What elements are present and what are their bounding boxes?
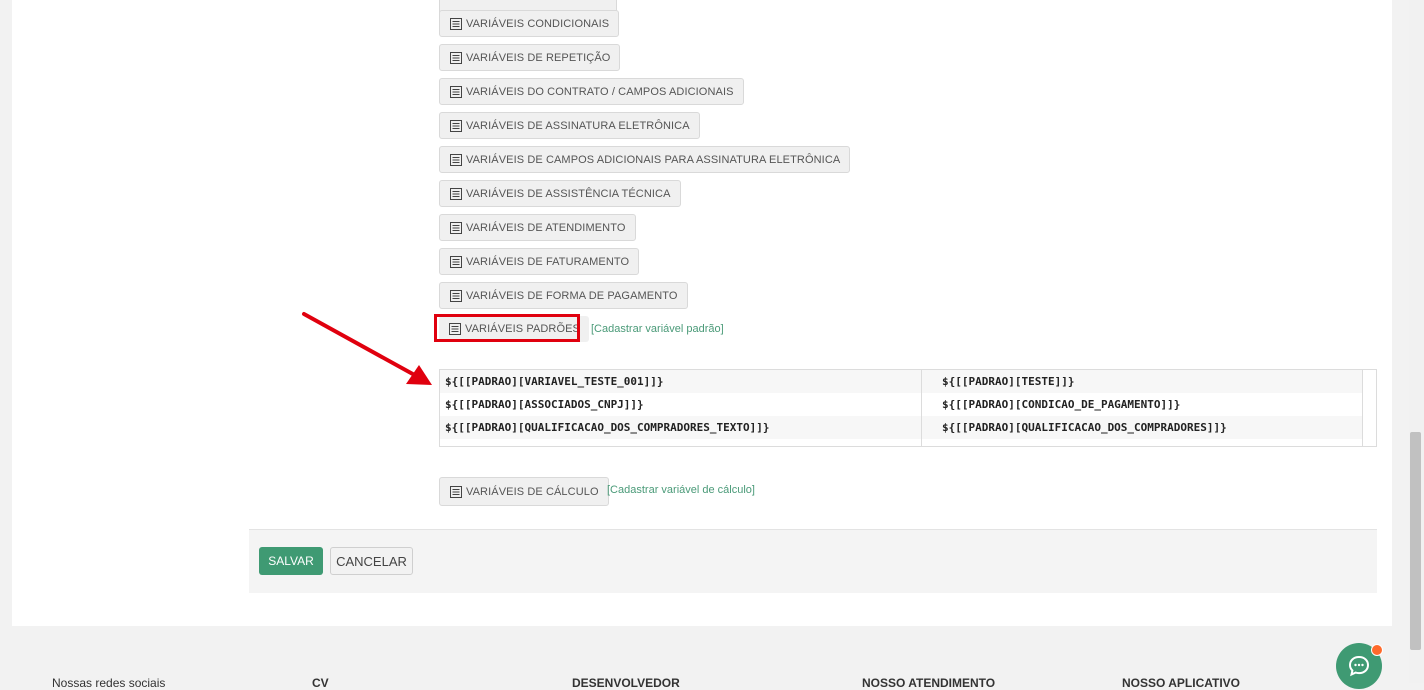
button-label: VARIÁVEIS DE FATURAMENTO xyxy=(466,255,630,268)
btn-variaveis-calculo[interactable]: VARIÁVEIS DE CÁLCULO xyxy=(439,477,609,506)
button-label: VARIÁVEIS DE ASSISTÊNCIA TÉCNICA xyxy=(466,187,671,200)
list-icon xyxy=(450,52,462,64)
footer-dev-heading: DESENVOLVEDOR xyxy=(572,676,680,690)
btn-variaveis-contrato[interactable]: VARIÁVEIS DO CONTRATO / CAMPOS ADICIONAI… xyxy=(439,78,744,105)
table-cell[interactable]: ${[[PADRAO][CONDICAO_DE_PAGAMENTO]]} xyxy=(942,398,1180,411)
table-cell[interactable]: ${[[PADRAO][TESTE]]} xyxy=(942,375,1074,388)
red-arrow xyxy=(302,312,432,385)
button-label: VARIÁVEIS DE REPETIÇÃO xyxy=(466,51,611,64)
register-padrao-link[interactable]: [Cadastrar variável padrão] xyxy=(591,323,724,335)
list-icon xyxy=(450,188,462,200)
footer-social-heading: Nossas redes sociais xyxy=(52,676,166,690)
button-label: VARIÁVEIS DE CÁLCULO xyxy=(466,485,599,498)
list-icon xyxy=(450,18,462,30)
button-label: VARIÁVEIS CONDICIONAIS xyxy=(466,17,610,30)
save-button[interactable]: SALVAR xyxy=(259,547,323,575)
button-label: VARIÁVEIS DE FORMA DE PAGAMENTO xyxy=(466,289,678,302)
table-cell[interactable]: ${[[PADRAO][QUALIFICACAO_DOS_COMPRADORES… xyxy=(942,421,1227,434)
list-icon xyxy=(450,86,462,98)
btn-variaveis-faturamento[interactable]: VARIÁVEIS DE FATURAMENTO xyxy=(439,248,640,275)
list-icon xyxy=(450,290,462,302)
button-label: VARIÁVEIS DE ASSINATURA ELETRÔNICA xyxy=(466,119,690,132)
highlight-box xyxy=(434,314,580,342)
cancel-button[interactable]: CANCELAR xyxy=(330,547,413,575)
table-cell[interactable]: ${[[PADRAO][ASSOCIADOS_CNPJ]]} xyxy=(445,398,644,411)
btn-variaveis-repeticao[interactable]: VARIÁVEIS DE REPETIÇÃO xyxy=(439,44,621,71)
scrollbar-thumb[interactable] xyxy=(1410,432,1421,650)
footer-cv-heading: CV xyxy=(312,676,329,690)
footer-atendimento-heading: NOSSO ATENDIMENTO xyxy=(862,676,996,690)
button-label: VARIÁVEIS DE ATENDIMENTO xyxy=(466,221,626,234)
list-icon xyxy=(450,486,462,498)
btn-variaveis-assistencia[interactable]: VARIÁVEIS DE ASSISTÊNCIA TÉCNICA xyxy=(439,180,681,207)
btn-variaveis-campos-assinatura[interactable]: VARIÁVEIS DE CAMPOS ADICIONAIS PARA ASSI… xyxy=(439,146,851,173)
btn-variaveis-assinatura[interactable]: VARIÁVEIS DE ASSINATURA ELETRÔNICA xyxy=(439,112,700,139)
padroes-variables-table: ${[[PADRAO][VARIAVEL_TESTE_001]]} ${[[PA… xyxy=(439,369,1377,447)
list-icon xyxy=(450,222,462,234)
register-calculo-link[interactable]: [Cadastrar variável de cálculo] xyxy=(607,484,755,496)
btn-variaveis-atendimento[interactable]: VARIÁVEIS DE ATENDIMENTO xyxy=(439,214,636,241)
notification-dot xyxy=(1371,644,1383,656)
button-label: VARIÁVEIS DE CAMPOS ADICIONAIS PARA ASSI… xyxy=(466,153,841,166)
btn-variaveis-condicionais[interactable]: VARIÁVEIS CONDICIONAIS xyxy=(439,10,620,37)
table-cell[interactable]: ${[[PADRAO][QUALIFICACAO_DOS_COMPRADORES… xyxy=(445,421,770,434)
list-icon xyxy=(450,154,462,166)
list-icon xyxy=(450,120,462,132)
button-label: VARIÁVEIS DO CONTRATO / CAMPOS ADICIONAI… xyxy=(466,85,734,98)
footer-app-heading: NOSSO APLICATIVO xyxy=(1122,676,1241,690)
list-icon xyxy=(450,256,462,268)
chat-bubble-icon xyxy=(1348,655,1370,677)
table-cell[interactable]: ${[[PADRAO][VARIAVEL_TESTE_001]]} xyxy=(445,375,664,388)
form-actions-bar xyxy=(249,529,1377,593)
btn-variaveis-forma-pagamento[interactable]: VARIÁVEIS DE FORMA DE PAGAMENTO xyxy=(439,282,688,309)
